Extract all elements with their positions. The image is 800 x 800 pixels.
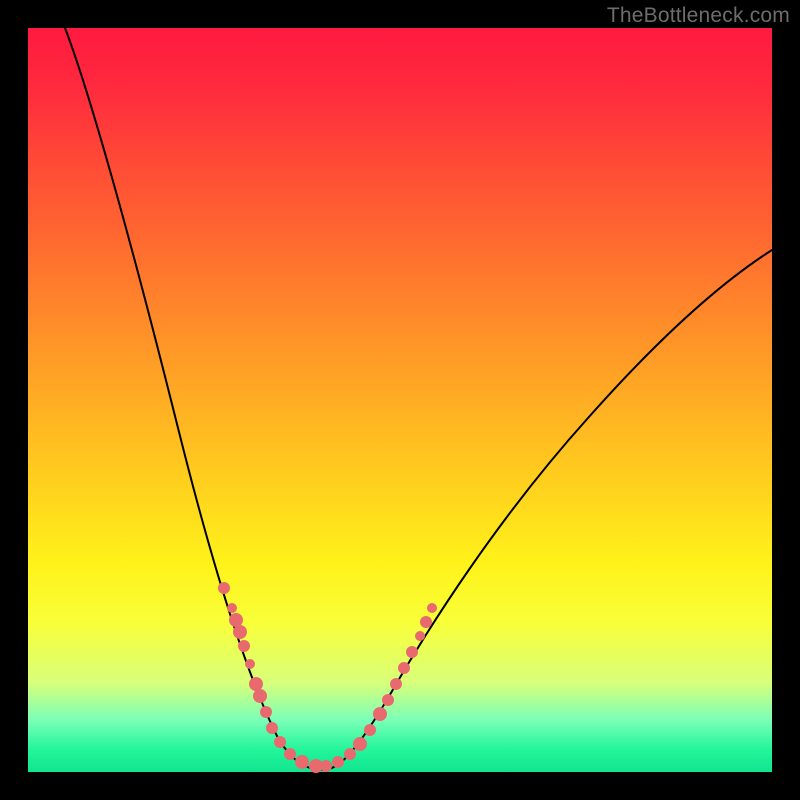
dot xyxy=(382,694,394,706)
plot-area xyxy=(28,28,772,772)
dot xyxy=(415,631,425,641)
dot xyxy=(427,603,437,613)
dot xyxy=(364,724,376,736)
dot xyxy=(227,603,237,613)
dot xyxy=(274,736,286,748)
dot xyxy=(218,582,230,594)
dot xyxy=(353,737,367,751)
dot xyxy=(406,646,418,658)
dot xyxy=(233,625,247,639)
dot xyxy=(260,706,272,718)
dot xyxy=(420,616,432,628)
outer-frame: TheBottleneck.com xyxy=(0,0,800,800)
dot xyxy=(390,678,402,690)
dot xyxy=(229,613,243,627)
dot xyxy=(320,760,332,772)
dot xyxy=(373,707,387,721)
dot xyxy=(284,748,296,760)
dot xyxy=(249,677,263,691)
dot xyxy=(344,748,356,760)
curve-path xyxy=(65,28,772,770)
dot xyxy=(332,756,344,768)
highlight-dots xyxy=(218,582,437,773)
dot xyxy=(238,640,250,652)
dot xyxy=(245,659,255,669)
watermark-text: TheBottleneck.com xyxy=(607,4,790,28)
dot xyxy=(398,662,410,674)
dot xyxy=(295,755,309,769)
bottleneck-curve xyxy=(28,28,772,772)
dot xyxy=(266,722,278,734)
dot xyxy=(253,689,267,703)
